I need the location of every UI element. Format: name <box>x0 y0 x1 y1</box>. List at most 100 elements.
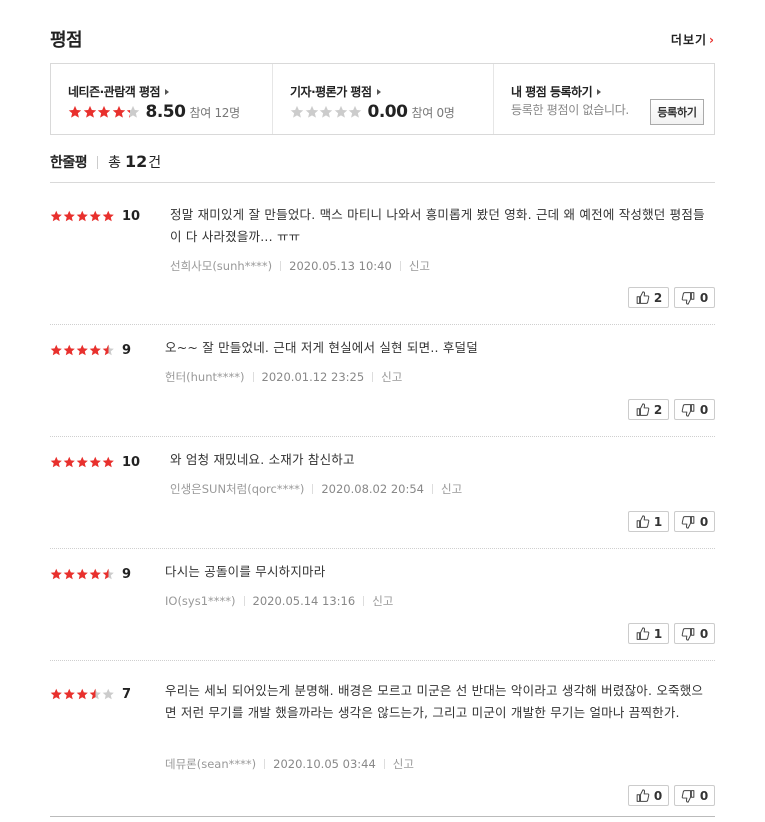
thumbs-down-icon <box>681 789 698 803</box>
star-half-icon <box>126 105 140 118</box>
review-text: 우리는 세뇌 되어있는게 분명해. 배경은 모르고 미군은 선 반대는 악이라고… <box>165 683 704 720</box>
review-item: 7 우리는 세뇌 되어있는게 분명해. 배경은 모르고 미군은 선 반대는 악이… <box>50 661 715 817</box>
like-count: 2 <box>653 290 663 305</box>
review-text: 정말 재미있게 잘 만들었다. 맥스 마티니 나와서 흥미롭게 봤던 영화. 근… <box>170 207 705 244</box>
like-button[interactable]: 1 <box>628 623 669 644</box>
review-count-suffix: 건 <box>148 155 162 171</box>
review-author[interactable]: 선희사모(sunh****) <box>170 258 272 274</box>
review-star-rating <box>50 456 115 469</box>
star-empty-icon <box>102 688 114 699</box>
star-half-icon <box>89 688 101 699</box>
review-text: 와 엄청 재밌네요. 소재가 참신하고 <box>170 452 355 467</box>
star-half-icon <box>102 568 114 579</box>
star-filled-icon <box>76 688 88 699</box>
review-date: 2020.05.14 13:16 <box>252 594 356 608</box>
review-item: 9 오~~ 잘 만들었네. 근대 저게 현실에서 실현 되면.. 후덜덜 헌터(… <box>50 325 715 437</box>
star-empty-icon <box>319 105 333 118</box>
star-empty-icon <box>305 105 318 118</box>
like-button[interactable]: 1 <box>628 511 669 532</box>
triangle-right-icon <box>597 89 602 95</box>
review-author[interactable]: 데뮤론(sean****) <box>165 756 256 772</box>
star-filled-icon <box>89 456 101 467</box>
review-score: 10 <box>122 208 141 224</box>
like-button[interactable]: 2 <box>628 287 669 308</box>
dislike-button[interactable]: 0 <box>674 623 715 644</box>
rating-summary: 네티즌·관람객 평점 8.50 참여 12명 기자·평론가 평점 0.00 참여… <box>50 63 715 135</box>
divider <box>243 596 245 606</box>
thumbs-up-icon <box>635 290 652 305</box>
review-score: 10 <box>122 454 141 470</box>
review-item: 10 와 엄청 재밌네요. 소재가 참신하고 인생은SUN처럼(qorc****… <box>50 437 715 549</box>
thumbs-up-icon <box>635 626 652 641</box>
star-filled-icon <box>102 210 114 221</box>
star-empty-icon <box>334 105 347 118</box>
divider <box>312 484 314 494</box>
star-filled-icon <box>63 210 75 221</box>
thumbs-down-icon <box>681 403 698 417</box>
divider <box>383 759 385 769</box>
review-count-label: 한줄평 <box>50 155 88 171</box>
report-link[interactable]: 신고 <box>393 756 414 772</box>
review-date: 2020.01.12 23:25 <box>261 370 365 384</box>
star-filled-icon <box>89 210 101 221</box>
netizen-rating-link[interactable]: 네티즌·관람객 평점 <box>68 83 170 100</box>
review-author[interactable]: 헌터(hunt****) <box>165 369 245 385</box>
star-filled-icon <box>63 568 75 579</box>
critic-participants: 참여 0명 <box>411 105 455 120</box>
star-empty-icon <box>290 105 304 118</box>
review-star-rating <box>50 344 115 357</box>
divider <box>252 372 254 382</box>
star-filled-icon <box>76 344 88 355</box>
dislike-button[interactable]: 0 <box>674 785 715 806</box>
thumbs-up-icon <box>635 402 652 417</box>
triangle-right-icon <box>165 89 170 95</box>
review-author[interactable]: IO(sys1****) <box>165 594 236 608</box>
chevron-right-icon: › <box>709 33 715 47</box>
thumbs-down-icon <box>681 291 698 305</box>
report-link[interactable]: 신고 <box>409 258 430 274</box>
register-rating-button[interactable]: 등록하기 <box>650 99 704 125</box>
my-rating-empty-text: 등록한 평점이 없습니다. <box>511 103 629 117</box>
thumbs-up-icon <box>635 788 652 803</box>
like-button[interactable]: 0 <box>628 785 669 806</box>
thumbs-down-icon <box>681 627 698 641</box>
review-star-rating <box>50 688 115 701</box>
star-filled-icon <box>102 456 114 467</box>
review-author[interactable]: 인생은SUN처럼(qorc****) <box>170 481 304 497</box>
dislike-count: 0 <box>699 788 709 803</box>
like-count: 1 <box>653 626 663 641</box>
dislike-button[interactable]: 0 <box>674 399 715 420</box>
report-link[interactable]: 신고 <box>381 369 402 385</box>
dislike-button[interactable]: 0 <box>674 511 715 532</box>
star-filled-icon <box>89 344 101 355</box>
review-count-number: 12 <box>125 152 148 171</box>
report-link[interactable]: 신고 <box>372 593 393 609</box>
star-filled-icon <box>68 105 82 118</box>
dislike-button[interactable]: 0 <box>674 287 715 308</box>
page-title: 평점 <box>50 30 83 51</box>
review-star-rating <box>50 568 115 581</box>
my-rating-link[interactable]: 내 평점 등록하기 <box>511 83 602 100</box>
like-button[interactable]: 2 <box>628 399 669 420</box>
netizen-score: 8.50 <box>145 102 186 122</box>
critic-rating-link[interactable]: 기자·평론가 평점 <box>290 83 381 100</box>
netizen-participants: 참여 12명 <box>189 105 240 120</box>
review-score: 9 <box>122 342 132 358</box>
review-date: 2020.10.05 03:44 <box>273 757 376 771</box>
star-filled-icon <box>63 344 75 355</box>
divider <box>399 261 401 271</box>
star-filled-icon <box>89 568 101 579</box>
review-score: 9 <box>122 566 132 582</box>
star-filled-icon <box>97 105 111 118</box>
critic-rating-box: 기자·평론가 평점 0.00 참여 0명 <box>272 64 493 134</box>
triangle-right-icon <box>376 89 381 95</box>
section-header: 평점 더보기 › <box>50 26 715 52</box>
report-link[interactable]: 신고 <box>441 481 462 497</box>
critic-rating-label: 기자·평론가 평점 <box>290 85 372 99</box>
divider <box>280 261 282 271</box>
more-label: 더보기 <box>670 33 708 47</box>
review-text: 오~~ 잘 만들었네. 근대 저게 현실에서 실현 되면.. 후덜덜 <box>165 340 478 355</box>
more-link[interactable]: 더보기 › <box>671 31 715 48</box>
dislike-count: 0 <box>699 290 709 305</box>
like-count: 0 <box>653 788 663 803</box>
